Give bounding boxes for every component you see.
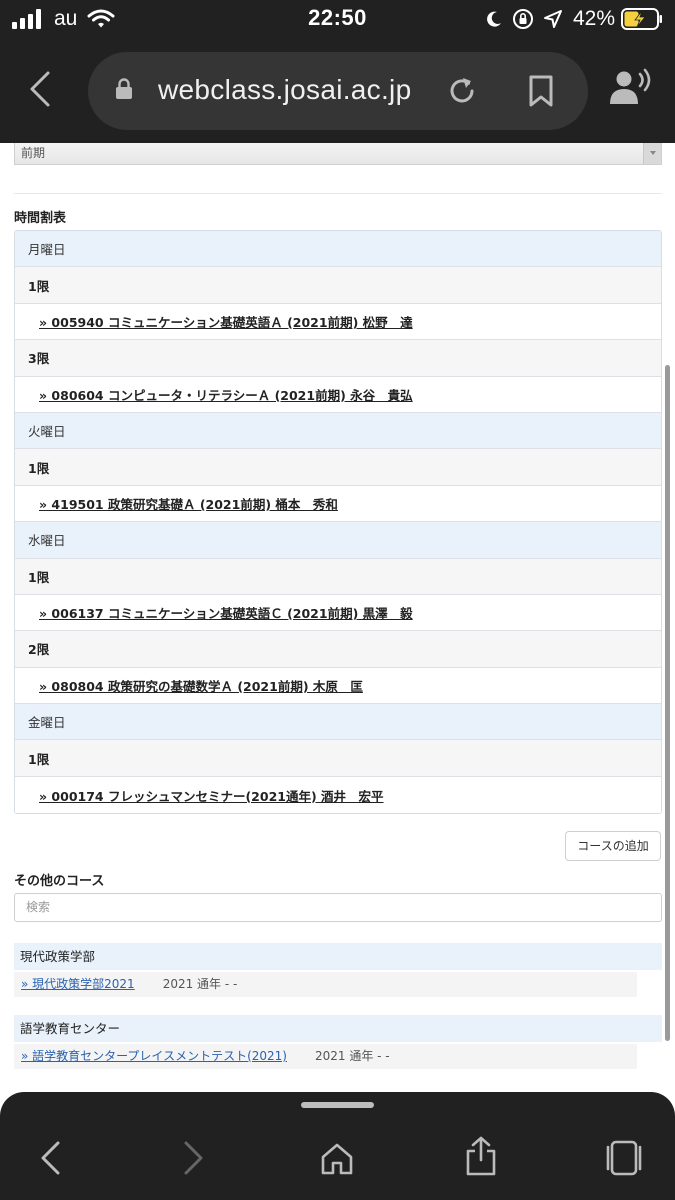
battery-percentage: 42% [572, 7, 615, 30]
course-link[interactable]: » 000174 フレッシュマンセミナー(2021通年) 酒井 宏平 [39, 786, 384, 805]
period-label: 2限 [15, 631, 661, 668]
day-header-monday: 月曜日 [15, 231, 661, 268]
period-label: 1限 [15, 449, 661, 486]
reload-icon[interactable] [445, 74, 479, 108]
do-not-disturb-moon-icon [487, 11, 501, 27]
home-icon[interactable] [320, 1142, 354, 1176]
bookmark-icon[interactable] [528, 74, 554, 108]
course-link[interactable]: » 419501 政策研究基礎Ａ (2021前期) 桶本 秀和 [39, 494, 338, 513]
select-arrow-icon [643, 143, 661, 164]
page-content: 前期 時間割表 月曜日 1限 » 005940 コミュニケーション基礎英語Ａ (… [0, 143, 675, 1092]
department-course-row: » 現代政策学部2021 2021 通年 - - [14, 972, 637, 997]
course-row: » 000174 フレッシュマンセミナー(2021通年) 酒井 宏平 [15, 776, 661, 814]
course-link[interactable]: » 006137 コミュニケーション基礎英語Ｃ (2021前期) 黒澤 毅 [39, 603, 413, 622]
department-header: 語学教育センター [14, 1015, 662, 1042]
status-right: 42% [476, 5, 663, 33]
day-header-wednesday: 水曜日 [15, 522, 661, 559]
department-header: 現代政策学部 [14, 943, 662, 970]
timetable-title: 時間割表 [14, 211, 67, 226]
course-link[interactable]: » 080804 政策研究の基礎数学Ａ (2021前期) 木原 匡 [39, 676, 363, 695]
status-bar: au 22:50 42% [0, 0, 675, 40]
course-row: » 006137 コミュニケーション基礎英語Ｃ (2021前期) 黒澤 毅 [15, 594, 661, 632]
add-course-button[interactable]: コースの追加 [565, 831, 661, 861]
divider [14, 193, 662, 194]
department-course-link[interactable]: » 語学教育センタープレイスメントテスト(2021) [21, 1049, 287, 1063]
period-label: 3限 [15, 340, 661, 377]
course-row: » 080604 コンピュータ・リテラシーＡ (2021前期) 永谷 貴弘 [15, 376, 661, 413]
course-link[interactable]: » 080604 コンピュータ・リテラシーＡ (2021前期) 永谷 貴弘 [39, 385, 413, 404]
voice-reader-icon[interactable] [608, 68, 654, 108]
address-bar[interactable]: webclass.josai.ac.jp [88, 52, 588, 130]
day-header-friday: 金曜日 [15, 704, 661, 741]
orientation-lock-icon [512, 9, 533, 29]
course-search-input[interactable]: 検索 [14, 893, 662, 922]
term-select-value: 前期 [21, 146, 46, 160]
page-scrollbar[interactable] [665, 365, 670, 1041]
department-course-link[interactable]: » 現代政策学部2021 [21, 977, 135, 991]
share-icon[interactable] [465, 1136, 497, 1176]
location-arrow-icon [543, 10, 562, 28]
browser-back-icon[interactable] [28, 70, 52, 108]
toolbar-handle[interactable] [301, 1102, 374, 1108]
period-label: 1限 [15, 740, 661, 777]
period-label: 1限 [15, 267, 661, 304]
period-label: 1限 [15, 558, 661, 595]
back-arrow-icon[interactable] [38, 1140, 62, 1176]
browser-top-chrome: au 22:50 42% webclass.josai.ac.jp [0, 0, 675, 143]
tabs-icon[interactable] [605, 1140, 643, 1176]
day-header-tuesday: 火曜日 [15, 412, 661, 450]
term-select[interactable]: 前期 [14, 143, 662, 165]
department-course-row: » 語学教育センタープレイスメントテスト(2021) 2021 通年 - - [14, 1044, 637, 1069]
battery-charging-icon [621, 8, 662, 30]
timetable: 月曜日 1限 » 005940 コミュニケーション基礎英語Ａ (2021前期) … [14, 230, 662, 815]
course-row: » 005940 コミュニケーション基礎英語Ａ (2021前期) 松野 達 [15, 303, 661, 341]
course-meta: 2021 通年 - - [314, 1049, 390, 1063]
browser-bottom-toolbar [0, 1092, 675, 1200]
course-row: » 419501 政策研究基礎Ａ (2021前期) 桶本 秀和 [15, 485, 661, 523]
forward-arrow-icon[interactable] [182, 1140, 206, 1176]
lock-icon [116, 78, 132, 99]
course-link[interactable]: » 005940 コミュニケーション基礎英語Ａ (2021前期) 松野 達 [39, 312, 413, 331]
other-courses-title: その他のコース [14, 874, 105, 889]
course-row: » 080804 政策研究の基礎数学Ａ (2021前期) 木原 匡 [15, 667, 661, 705]
course-meta: 2021 通年 - - [162, 977, 238, 991]
url-text: webclass.josai.ac.jp [158, 74, 412, 105]
